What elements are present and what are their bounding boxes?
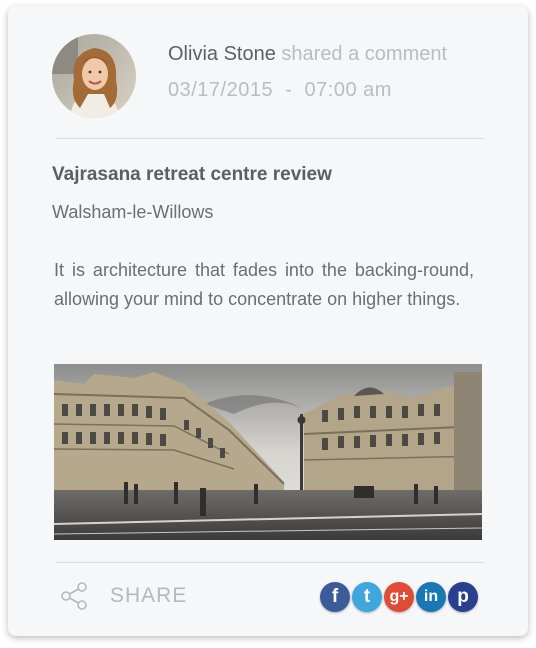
share-button[interactable]: SHARE — [110, 584, 187, 608]
author-name[interactable]: Olivia Stone — [168, 43, 276, 65]
post-time: 07:00 am — [304, 79, 392, 101]
facebook-icon[interactable]: f — [320, 582, 350, 612]
street-scene-image — [54, 364, 482, 540]
post-date: 03/17/2015 — [168, 79, 274, 101]
avatar[interactable] — [52, 34, 136, 118]
post-location: Walsham-le-Willows — [52, 202, 214, 222]
post-title: Vajrasana retreat centre review — [52, 164, 332, 185]
post-body: It is architecture that fades into the b… — [54, 260, 474, 309]
author-line: Olivia Stone shared a comment — [168, 42, 447, 66]
post-timestamp: 03/17/2015 - 07:00 am — [168, 78, 392, 102]
post-card: Olivia Stone shared a comment 03/17/2015… — [8, 6, 528, 636]
author-action: shared a comment — [281, 43, 448, 65]
post-photo[interactable] — [54, 364, 482, 540]
twitter-icon[interactable]: t — [352, 582, 382, 612]
footer-divider — [56, 562, 484, 563]
linkedin-icon[interactable]: in — [416, 582, 446, 612]
google-plus-icon[interactable]: g+ — [384, 582, 414, 612]
share-icon[interactable] — [58, 580, 90, 612]
date-separator: - — [285, 79, 293, 101]
header-divider — [56, 138, 484, 139]
avatar-photo — [52, 34, 136, 118]
pinterest-icon[interactable]: p — [448, 582, 478, 612]
